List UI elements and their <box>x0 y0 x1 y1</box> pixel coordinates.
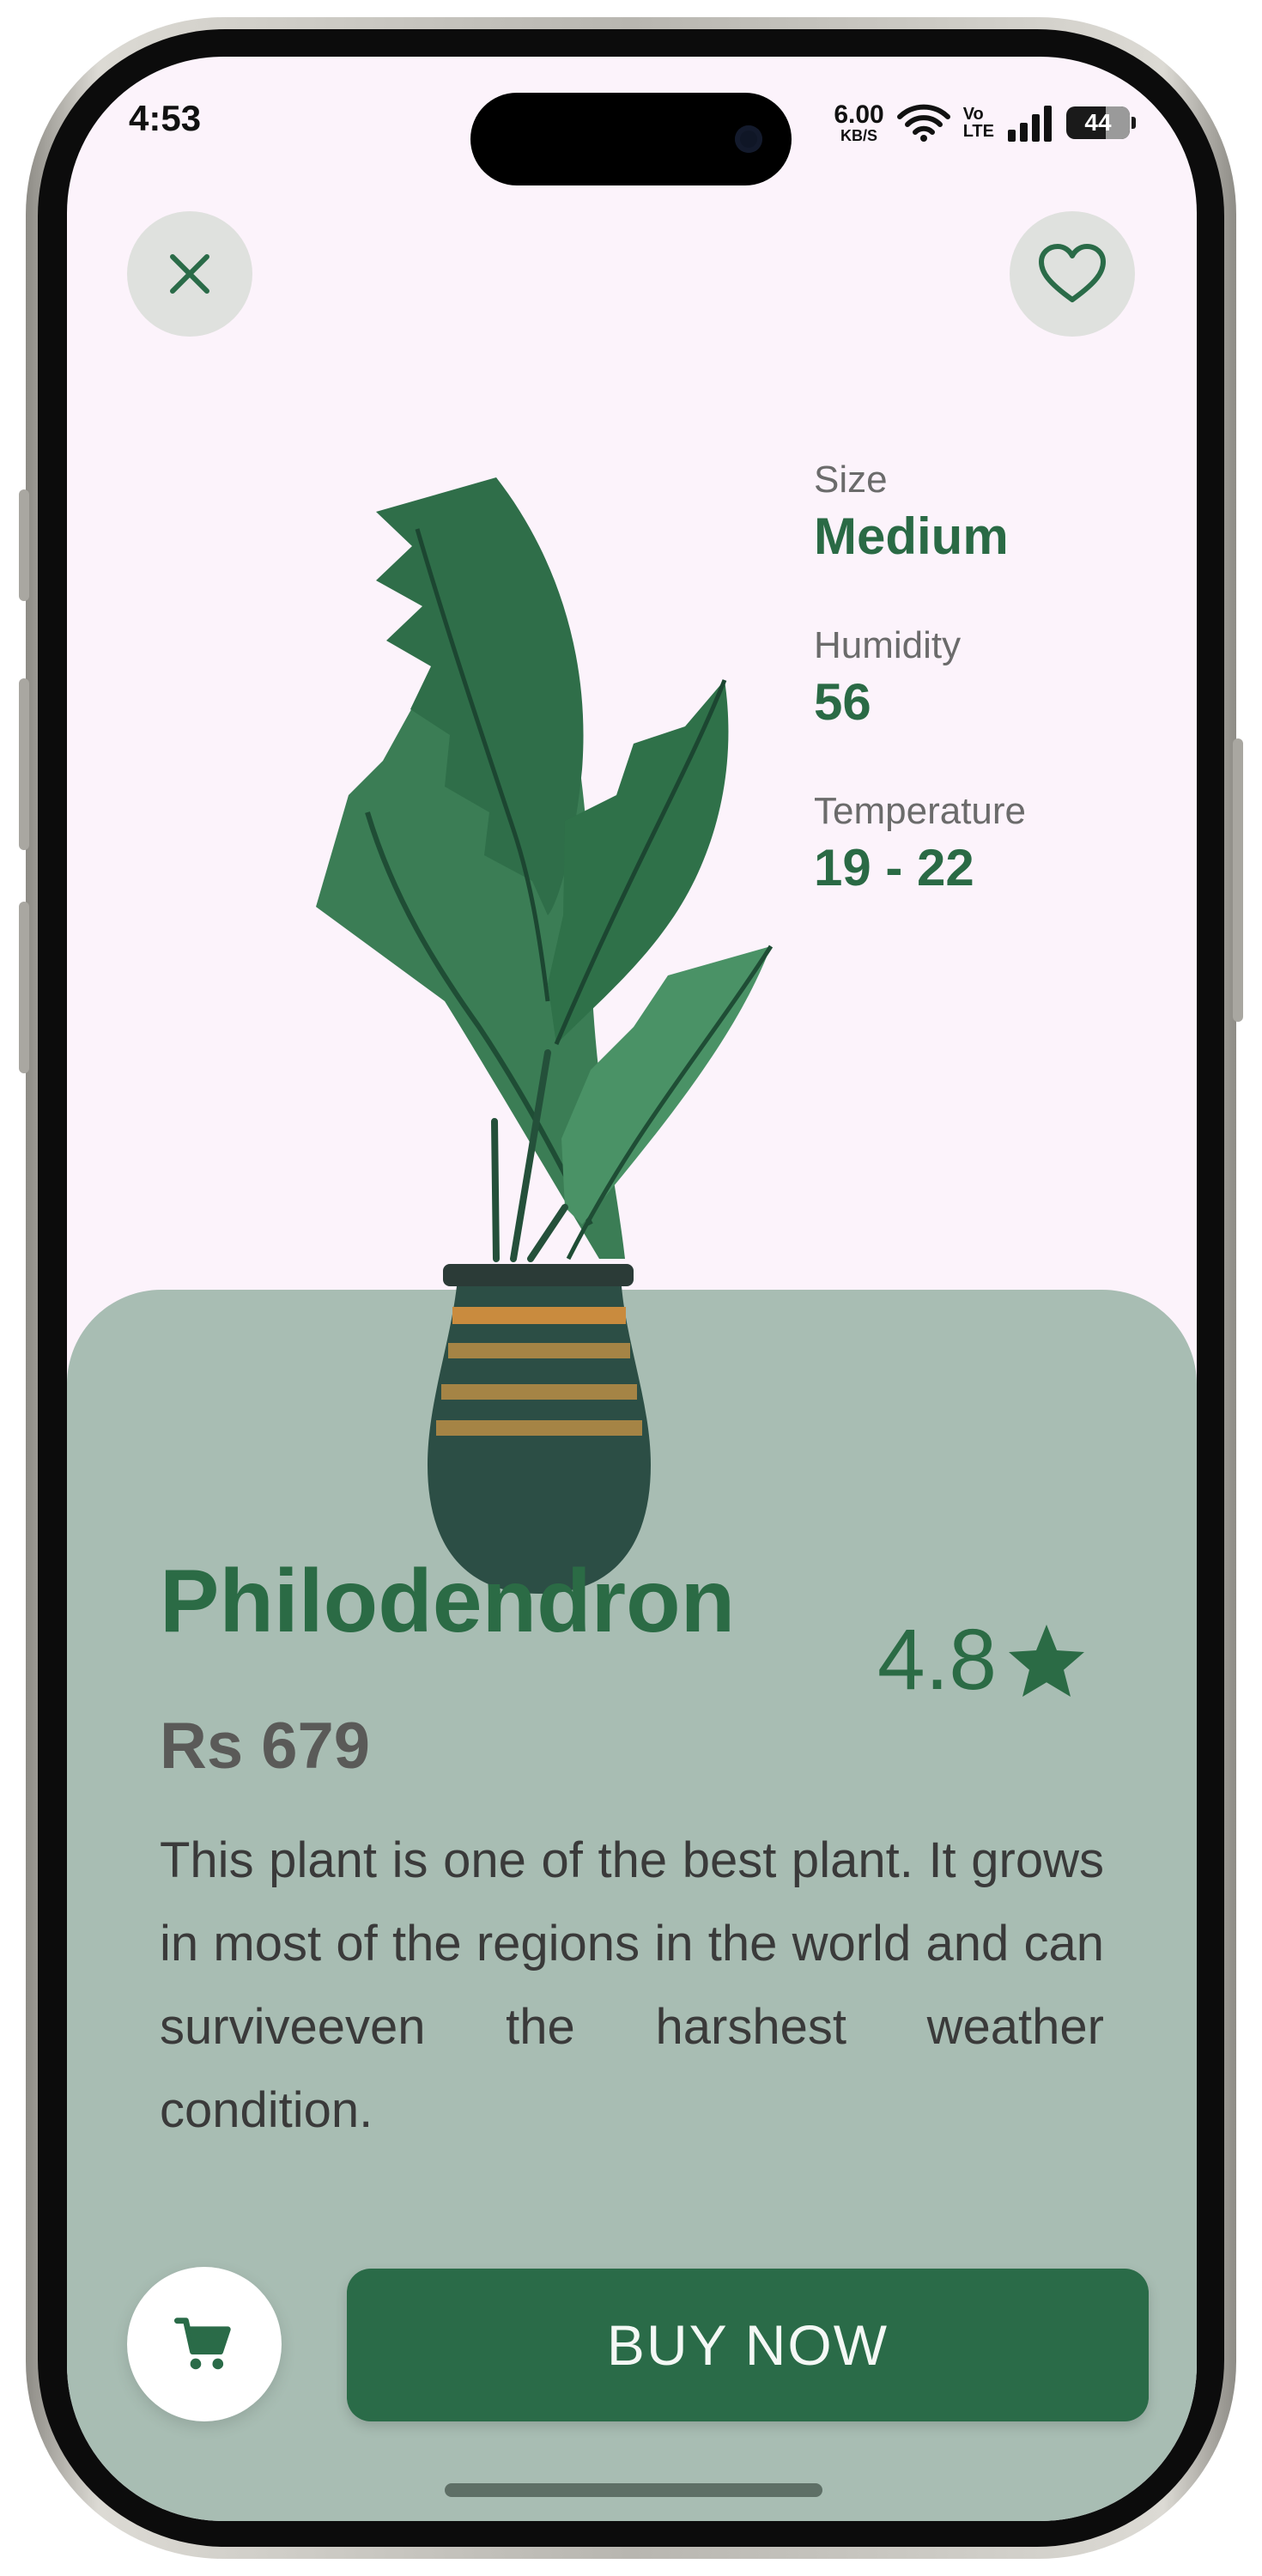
volte-indicator: Vo LTE <box>963 106 994 140</box>
product-rating: 4.8 <box>877 1611 1088 1710</box>
volte-line2: LTE <box>962 122 994 141</box>
front-camera <box>735 125 762 153</box>
spec-temperature: Temperature 19 - 22 <box>814 790 1026 897</box>
close-icon <box>170 254 209 294</box>
volume-up-button <box>19 678 29 850</box>
power-button <box>1233 738 1243 1022</box>
star-icon <box>1009 1624 1085 1697</box>
spec-size: Size Medium <box>814 459 1026 566</box>
dynamic-island <box>470 93 792 185</box>
battery-level: 44 <box>1084 109 1112 136</box>
spec-size-value: Medium <box>814 507 1009 565</box>
plant-leaves <box>316 477 774 1262</box>
wifi-icon <box>896 104 950 142</box>
spec-size-label: Size <box>814 459 888 501</box>
battery-icon: 44 <box>1066 106 1136 139</box>
network-speed-unit: KB/S <box>840 127 878 144</box>
volume-down-button <box>19 902 29 1073</box>
product-price: Rs 679 <box>160 1710 371 1783</box>
spec-temperature-value: 19 - 22 <box>814 839 974 896</box>
buy-now-button[interactable]: BUY NOW <box>347 2269 1149 2421</box>
network-speed-value: 6.00 <box>834 100 884 129</box>
plant-pot <box>428 1264 651 1594</box>
app-screen: 4:53 6.00 KB/S Vo LTE 44 Size Medium Hum… <box>67 57 1197 2521</box>
home-indicator[interactable] <box>445 2483 822 2497</box>
network-speed: 6.00 KB/S <box>834 100 884 144</box>
cart-icon <box>174 2318 231 2370</box>
spec-temperature-label: Temperature <box>814 790 1027 832</box>
signal-icon <box>1008 106 1052 142</box>
status-icons: 6.00 KB/S Vo LTE 44 <box>834 100 1136 144</box>
product-description: This plant is one of the best plant. It … <box>160 1832 1104 2138</box>
rating-value: 4.8 <box>877 1612 998 1708</box>
heart-outline-icon <box>1039 244 1106 302</box>
volte-line1: Vo <box>962 105 984 124</box>
product-name: Philodendron <box>160 1552 736 1651</box>
plant-illustration <box>316 477 774 1594</box>
plant-specs: Size Medium Humidity 56 Temperature 19 -… <box>814 459 1026 956</box>
favorite-button[interactable] <box>1010 211 1135 337</box>
add-to-cart-button[interactable] <box>127 2267 282 2421</box>
spec-humidity-value: 56 <box>814 673 871 731</box>
action-button <box>19 489 29 601</box>
spec-humidity-label: Humidity <box>814 624 962 666</box>
spec-humidity: Humidity 56 <box>814 624 1026 732</box>
status-time: 4:53 <box>129 98 202 138</box>
close-button[interactable] <box>127 211 252 337</box>
